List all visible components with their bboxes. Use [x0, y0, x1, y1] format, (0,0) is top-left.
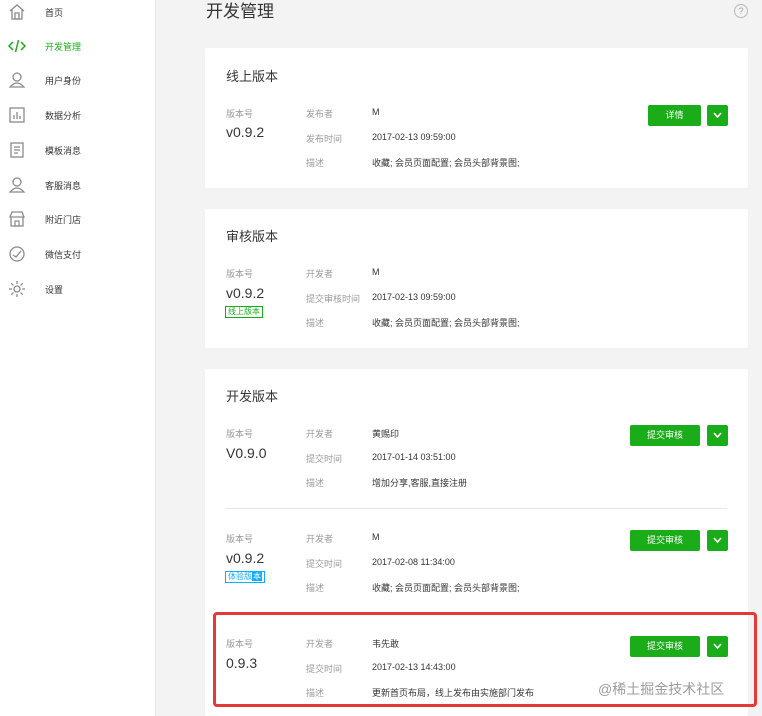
version-number: V0.9.0: [226, 445, 267, 461]
description-value: 收藏; 会员页面配置; 会员头部背景图;: [372, 583, 520, 593]
publish-time-value: 2017-02-13 09:59:00: [372, 132, 456, 142]
description-key: 描述: [306, 158, 325, 168]
version-number: v0.9.2: [226, 550, 265, 566]
chevron-down-icon: [713, 112, 722, 119]
sidebar-item-nearby-stores[interactable]: 附近门店: [0, 204, 156, 234]
submit-time-value: 2017-02-08 11:34:00: [372, 557, 455, 567]
trial-version-tag-text: 体验版: [228, 572, 252, 581]
sidebar-item-dev-management[interactable]: 开发管理: [0, 31, 156, 61]
publish-time-key: 发布时间: [306, 134, 343, 144]
developer-key: 开发者: [306, 429, 334, 439]
sidebar-item-label: 开发管理: [45, 41, 82, 52]
publisher-value: M: [372, 107, 380, 117]
description-value: 收藏; 会员页面配置; 会员头部背景图;: [372, 318, 520, 328]
user-icon: [8, 72, 26, 88]
developer-value: M: [372, 267, 380, 277]
developer-value: 黄赐印: [372, 429, 400, 439]
chevron-down-icon: [713, 432, 722, 439]
store-icon: [9, 211, 25, 227]
home-icon: [9, 4, 25, 20]
card-title: 开发版本: [226, 389, 279, 404]
version-number: v0.9.2: [226, 285, 265, 301]
description-value: 增加分享,客服,直接注册: [372, 478, 468, 488]
sidebar-item-customer-service[interactable]: 客服消息: [0, 170, 156, 200]
document-icon: [10, 142, 24, 158]
support-user-icon: [8, 177, 26, 193]
description-key: 描述: [306, 583, 325, 593]
trial-version-tag-selected: 本: [252, 572, 262, 581]
version-number: v0.9.2: [226, 124, 265, 140]
sidebar-item-wechat-pay[interactable]: 微信支付: [0, 239, 156, 269]
sidebar-item-template-messages[interactable]: 模板消息: [0, 135, 156, 165]
card-title: 审核版本: [226, 229, 279, 244]
chevron-down-icon: [713, 537, 722, 544]
version-label: 版本号: [226, 269, 254, 279]
submit-time-key: 提交时间: [306, 559, 343, 569]
sidebar-item-label: 设置: [45, 284, 64, 295]
developer-key: 开发者: [306, 269, 334, 279]
submit-review-time-key: 提交审核时间: [306, 294, 361, 304]
help-icon[interactable]: ?: [734, 4, 748, 18]
chart-icon: [9, 107, 25, 123]
page-title: 开发管理: [206, 2, 274, 21]
trial-version-tag: 体验版本: [225, 571, 265, 583]
review-version-card: 审核版本 版本号 v0.9.2 线上版本 开发者 M 提交审核时间 2017-0…: [205, 209, 748, 348]
description-value: 收藏; 会员页面配置; 会员头部背景图;: [372, 158, 520, 168]
sidebar-item-user-identity[interactable]: 用户身份: [0, 65, 156, 95]
submit-review-time-value: 2017-02-13 09:59:00: [372, 292, 456, 302]
submit-time-key: 提交时间: [306, 454, 343, 464]
sidebar-item-label: 附近门店: [45, 214, 82, 225]
payment-icon: [9, 246, 25, 262]
description-key: 描述: [306, 478, 325, 488]
submit-time-value: 2017-01-14 03:51:00: [372, 452, 456, 462]
detail-button[interactable]: 详情: [648, 105, 701, 126]
developer-key: 开发者: [306, 534, 334, 544]
dev-dropdown-button[interactable]: [707, 530, 728, 551]
submit-review-button[interactable]: 提交审核: [630, 530, 700, 551]
code-icon: [7, 39, 27, 53]
description-key: 描述: [306, 318, 325, 328]
dev-dropdown-button[interactable]: [707, 425, 728, 446]
sidebar-item-label: 数据分析: [45, 110, 82, 121]
watermark: @稀土掘金技术社区: [598, 681, 725, 697]
sidebar-item-home[interactable]: 首页: [0, 0, 156, 27]
developer-value: M: [372, 532, 380, 542]
sidebar: 首页 开发管理 用户身份 数据分析 模板消息 客服消息 附近门店 微信支付 设置: [0, 0, 156, 716]
submit-review-button[interactable]: 提交审核: [630, 425, 700, 446]
version-label: 版本号: [226, 109, 254, 119]
online-dropdown-button[interactable]: [707, 105, 728, 126]
sidebar-item-label: 用户身份: [45, 75, 82, 86]
card-title: 线上版本: [226, 69, 279, 84]
sidebar-item-label: 微信支付: [45, 249, 82, 260]
sidebar-item-settings[interactable]: 设置: [0, 274, 156, 304]
sidebar-item-data-analysis[interactable]: 数据分析: [0, 100, 156, 130]
publisher-key: 发布者: [306, 109, 334, 119]
divider: [226, 508, 727, 509]
sidebar-item-label: 首页: [45, 7, 64, 18]
online-version-tag: 线上版本: [225, 306, 263, 318]
online-version-card: 线上版本 版本号 v0.9.2 发布者 M 发布时间 2017-02-13 09…: [205, 48, 748, 188]
sidebar-item-label: 客服消息: [45, 180, 82, 191]
version-label: 版本号: [226, 429, 254, 439]
gear-icon: [9, 281, 25, 297]
sidebar-item-label: 模板消息: [45, 145, 82, 156]
version-label: 版本号: [226, 534, 254, 544]
